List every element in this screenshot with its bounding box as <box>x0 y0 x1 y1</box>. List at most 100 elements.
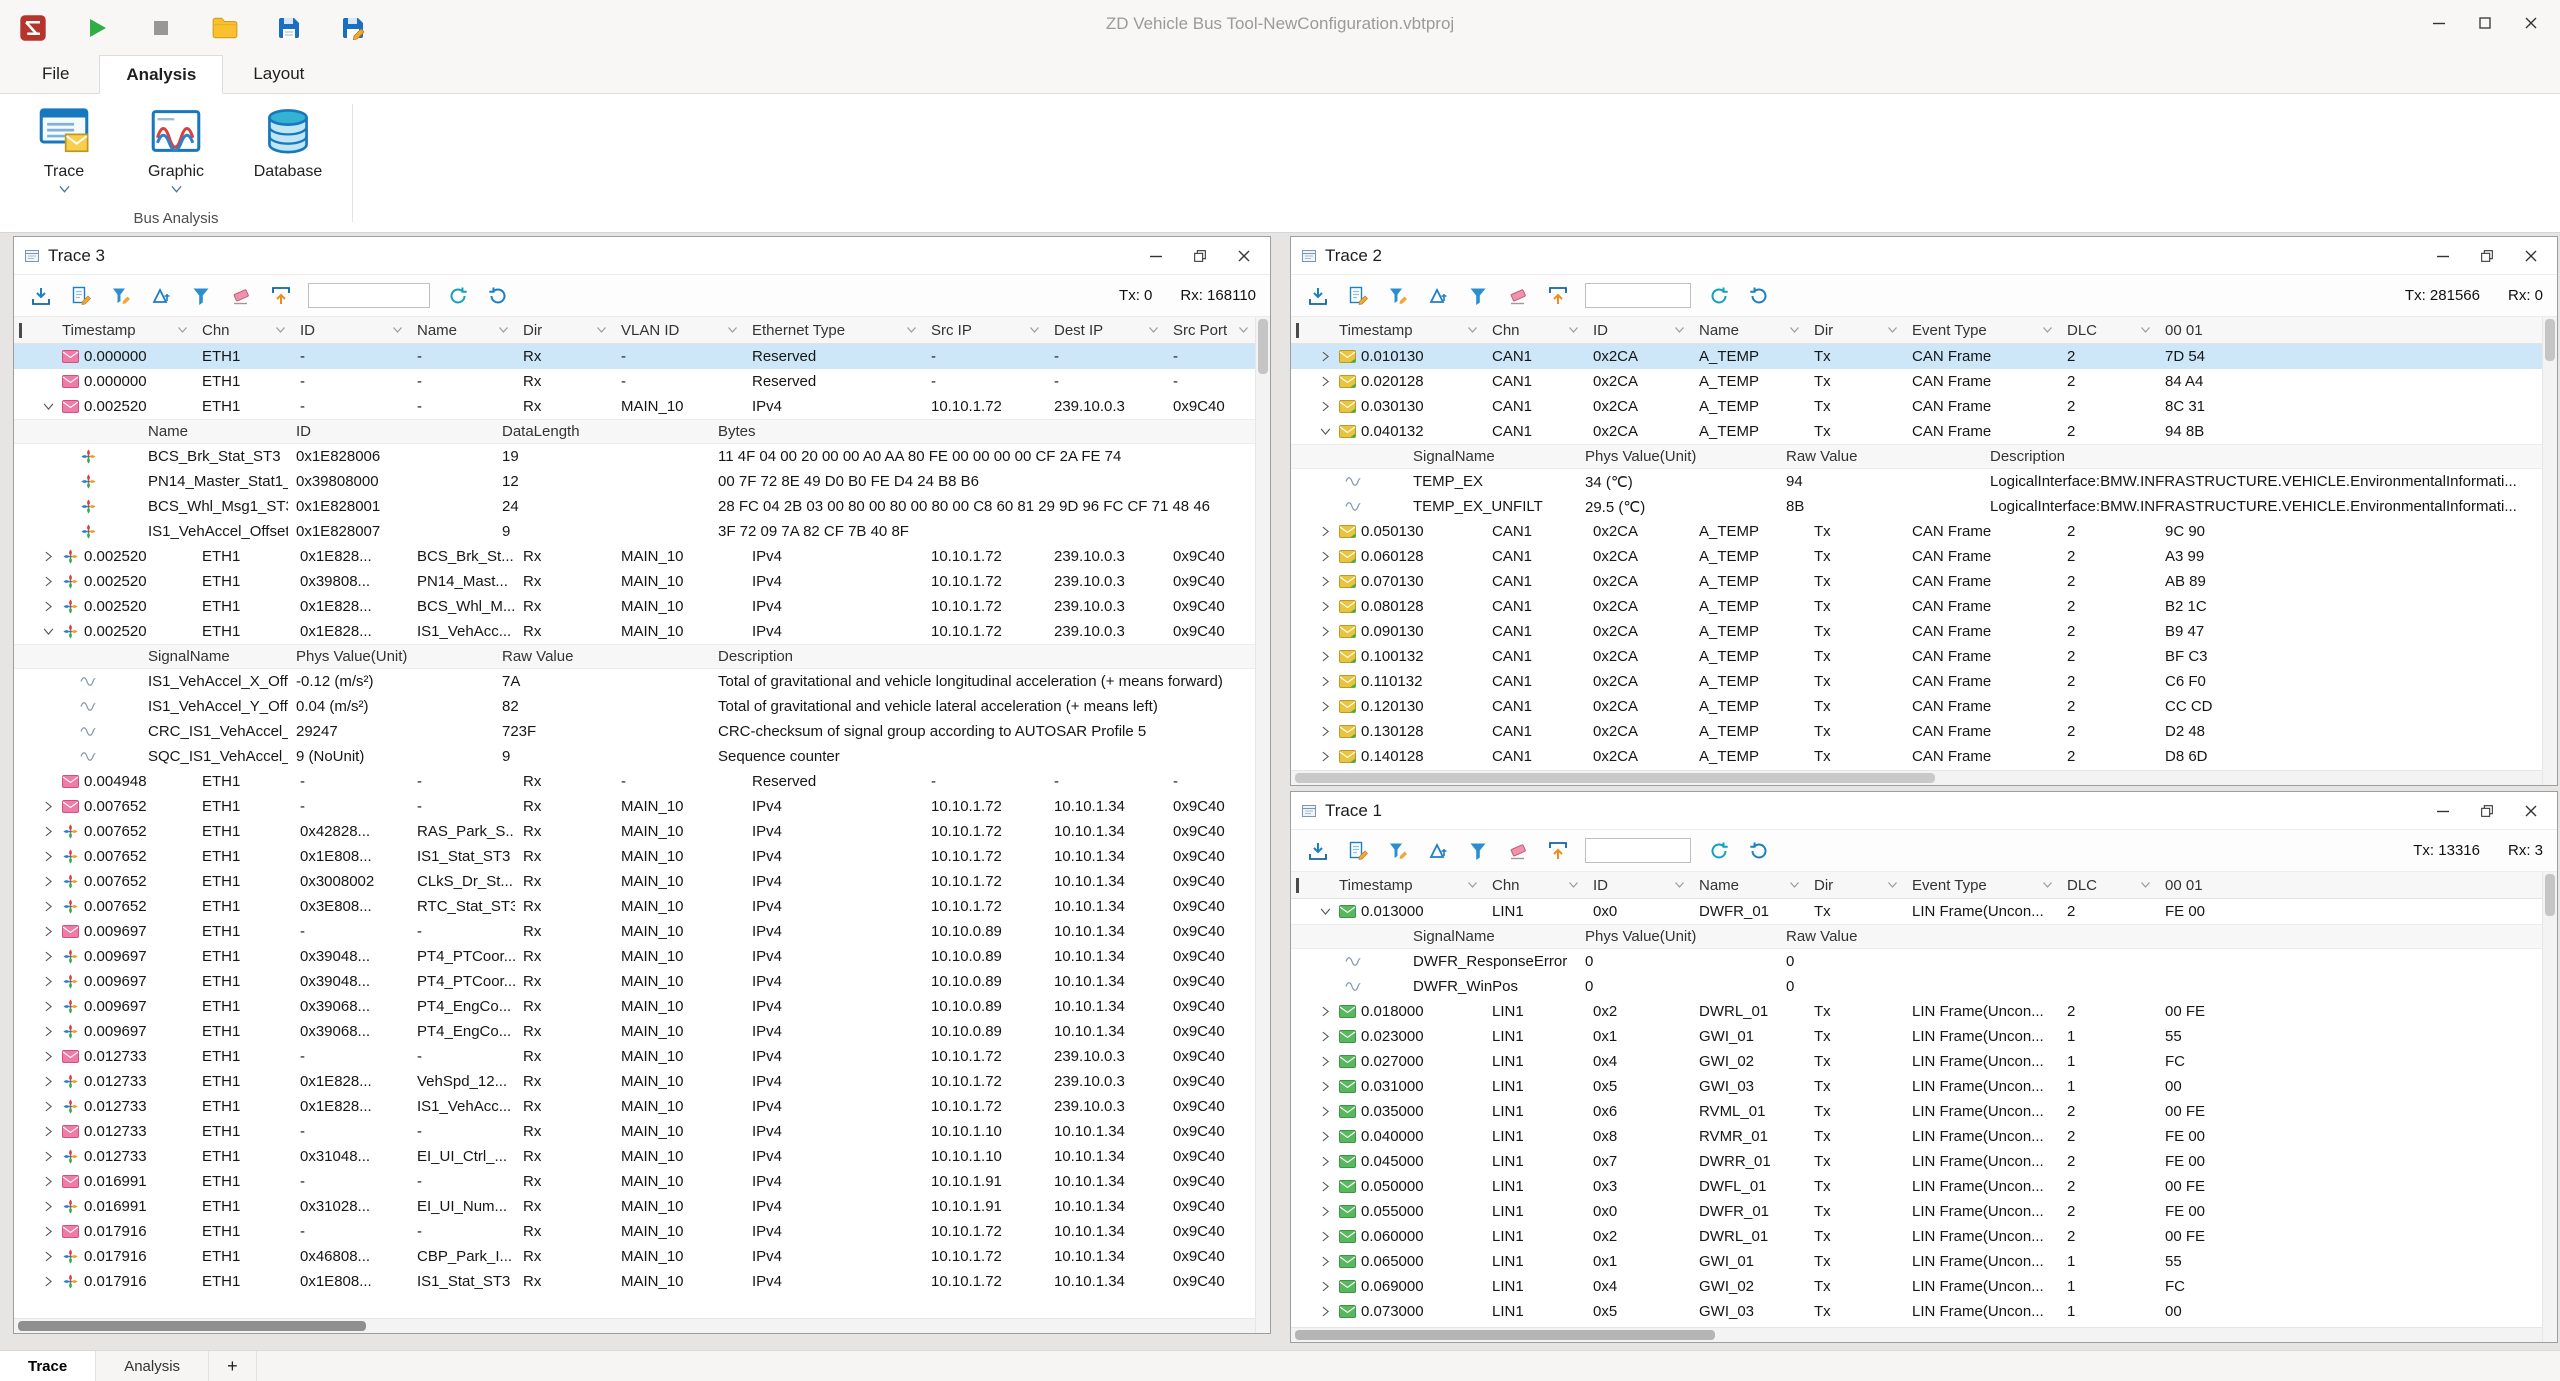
time-difference-button[interactable] <box>148 283 173 308</box>
filter-button[interactable] <box>1465 283 1490 308</box>
expander-closed-icon[interactable] <box>38 1226 58 1237</box>
trace-window-titlebar[interactable]: Trace 1 <box>1291 792 2557 830</box>
expander-closed-icon[interactable] <box>1315 1106 1335 1117</box>
filter-arrow-icon[interactable] <box>2141 327 2157 333</box>
trace-row[interactable]: 0.030130CAN10x2CAA_TEMPTxCAN Frame28C 31 <box>1291 394 2542 419</box>
stop-button[interactable] <box>144 11 178 45</box>
trace-row[interactable]: 0.012733ETH10x1E828...VehSpd_12...RxMAIN… <box>14 1069 1255 1094</box>
filter-arrow-icon[interactable] <box>907 327 923 333</box>
filter-arrow-icon[interactable] <box>1149 327 1165 333</box>
trace-row[interactable]: 0.018000LIN10x2DWRL_01TxLIN Frame(Uncon.… <box>1291 999 2542 1024</box>
time-difference-button[interactable] <box>1425 838 1450 863</box>
column-header-src-port[interactable]: Src Port <box>1165 317 1255 343</box>
horizontal-scrollbar-thumb[interactable] <box>18 1321 366 1331</box>
close-button[interactable] <box>2509 241 2553 271</box>
filter-arrow-icon[interactable] <box>1468 327 1484 333</box>
expander-closed-icon[interactable] <box>1315 701 1335 712</box>
column-header-id[interactable]: ID <box>292 317 409 343</box>
horizontal-scrollbar[interactable] <box>1291 1327 2542 1342</box>
expander-closed-icon[interactable] <box>38 1251 58 1262</box>
expander-closed-icon[interactable] <box>1315 601 1335 612</box>
vertical-scrollbar[interactable] <box>1255 317 1270 1333</box>
filter-button[interactable] <box>1465 838 1490 863</box>
import-frames-button[interactable] <box>1305 283 1330 308</box>
trace-row[interactable]: 0.023000LIN10x1GWI_01TxLIN Frame(Uncon..… <box>1291 1024 2542 1049</box>
search-forward-button[interactable] <box>1746 838 1771 863</box>
resize-handle-icon[interactable] <box>1296 878 1299 893</box>
sub-row[interactable]: IS1_VehAccel_Y_Offs...0.04 (m/s²)82Total… <box>14 694 1255 719</box>
column-header-event-type[interactable]: Event Type <box>1904 872 2059 898</box>
search-backward-button[interactable] <box>1706 283 1731 308</box>
sub-row[interactable]: TEMP_EX34 (℃)94LogicalInterface:BMW.INFR… <box>1291 469 2542 494</box>
open-folder-button[interactable] <box>208 11 242 45</box>
vertical-scrollbar-thumb[interactable] <box>2545 319 2555 361</box>
trace-row[interactable]: 0.012733ETH1--RxMAIN_10IPv410.10.1.72239… <box>14 1044 1255 1069</box>
sub-row[interactable]: BCS_Brk_Stat_ST30x1E8280061911 4F 04 00 … <box>14 444 1255 469</box>
expander-closed-icon[interactable] <box>1315 726 1335 737</box>
vertical-scrollbar-thumb[interactable] <box>2545 874 2555 916</box>
sub-row[interactable]: PN14_Master_Stat1_S...0x398080001200 7F … <box>14 469 1255 494</box>
expander-closed-icon[interactable] <box>1315 576 1335 587</box>
tab-file[interactable]: File <box>16 55 95 93</box>
expander-closed-icon[interactable] <box>1315 1056 1335 1067</box>
vertical-scrollbar[interactable] <box>2542 872 2557 1342</box>
maximize-button[interactable] <box>2462 0 2508 46</box>
trace-row[interactable]: 0.055000LIN10x0DWFR_01TxLIN Frame(Uncon.… <box>1291 1199 2542 1224</box>
trace-row[interactable]: 0.090130CAN10x2CAA_TEMPTxCAN Frame2B9 47 <box>1291 619 2542 644</box>
run-button[interactable] <box>80 11 114 45</box>
filter-arrow-icon[interactable] <box>1468 882 1484 888</box>
trace-row[interactable]: 0.050130CAN10x2CAA_TEMPTxCAN Frame29C 90 <box>1291 519 2542 544</box>
filter-arrow-icon[interactable] <box>1790 327 1806 333</box>
expander-closed-icon[interactable] <box>1315 1081 1335 1092</box>
column-header-chn[interactable]: Chn <box>194 317 292 343</box>
close-button[interactable] <box>2508 0 2554 46</box>
trace-row[interactable]: 0.016991ETH10x31028...EI_UI_Num...RxMAIN… <box>14 1194 1255 1219</box>
trace-row[interactable]: 0.060000LIN10x2DWRL_01TxLIN Frame(Uncon.… <box>1291 1224 2542 1249</box>
trace-row[interactable]: 0.012733ETH1--RxMAIN_10IPv410.10.1.1010.… <box>14 1119 1255 1144</box>
trace-row[interactable]: 0.080128CAN10x2CAA_TEMPTxCAN Frame2B2 1C <box>1291 594 2542 619</box>
trace-row[interactable]: 0.009697ETH10x39048...PT4_PTCoor...RxMAI… <box>14 969 1255 994</box>
expander-closed-icon[interactable] <box>1315 1156 1335 1167</box>
save-as-button[interactable] <box>336 11 370 45</box>
trace-row[interactable]: 0.070130CAN10x2CAA_TEMPTxCAN Frame2AB 89 <box>1291 569 2542 594</box>
column-header-src-ip[interactable]: Src IP <box>923 317 1046 343</box>
expander-closed-icon[interactable] <box>38 1051 58 1062</box>
trace-row[interactable]: 0.065000LIN10x1GWI_01TxLIN Frame(Uncon..… <box>1291 1249 2542 1274</box>
filter-arrow-icon[interactable] <box>1030 327 1046 333</box>
minimize-button[interactable] <box>2421 241 2465 271</box>
trace-row[interactable]: 0.073000LIN10x5GWI_03TxLIN Frame(Uncon..… <box>1291 1299 2542 1324</box>
trace-row[interactable]: 0.010130CAN10x2CAA_TEMPTxCAN Frame27D 54 <box>1291 344 2542 369</box>
expander-closed-icon[interactable] <box>38 601 58 612</box>
expander-closed-icon[interactable] <box>38 1276 58 1287</box>
filter-arrow-icon[interactable] <box>2043 327 2059 333</box>
filter-arrow-icon[interactable] <box>1239 327 1255 333</box>
expander-closed-icon[interactable] <box>1315 1031 1335 1042</box>
import-frames-button[interactable] <box>28 283 53 308</box>
expander-closed-icon[interactable] <box>1315 1131 1335 1142</box>
column-header-dest-ip[interactable]: Dest IP <box>1046 317 1165 343</box>
close-button[interactable] <box>1222 241 1266 271</box>
trace-row[interactable]: 0.017916ETH1--RxMAIN_10IPv410.10.1.7210.… <box>14 1219 1255 1244</box>
chevron-down-icon[interactable] <box>59 184 70 194</box>
expander-closed-icon[interactable] <box>38 1151 58 1162</box>
expander-closed-icon[interactable] <box>38 826 58 837</box>
trace-row[interactable]: 0.004948ETH1--Rx-Reserved--- <box>14 769 1255 794</box>
trace-row[interactable]: 0.069000LIN10x4GWI_02TxLIN Frame(Uncon..… <box>1291 1274 2542 1299</box>
trace-row[interactable]: 0.007652ETH10x3E808...RTC_Stat_ST3RxMAIN… <box>14 894 1255 919</box>
resize-handle-icon[interactable] <box>1296 323 1299 338</box>
expander-closed-icon[interactable] <box>38 1201 58 1212</box>
filter-arrow-icon[interactable] <box>1569 327 1585 333</box>
sub-row[interactable]: IS1_VehAccel_Offset_...0x1E82800793F 72 … <box>14 519 1255 544</box>
trace-row[interactable]: 0.002520ETH1--RxMAIN_10IPv410.10.1.72239… <box>14 394 1255 419</box>
column-header-timestamp[interactable]: Timestamp <box>34 317 194 343</box>
column-header-chn[interactable]: Chn <box>1484 872 1585 898</box>
expander-closed-icon[interactable] <box>1315 751 1335 762</box>
expander-open-icon[interactable] <box>1315 908 1335 915</box>
column-header-dlc[interactable]: DLC <box>2059 317 2157 343</box>
vertical-scrollbar-thumb[interactable] <box>1258 319 1268 374</box>
trace-row[interactable]: 0.031000LIN10x5GWI_03TxLIN Frame(Uncon..… <box>1291 1074 2542 1099</box>
search-forward-button[interactable] <box>1746 283 1771 308</box>
export-button[interactable] <box>1545 283 1570 308</box>
export-button[interactable] <box>268 283 293 308</box>
expander-closed-icon[interactable] <box>38 976 58 987</box>
